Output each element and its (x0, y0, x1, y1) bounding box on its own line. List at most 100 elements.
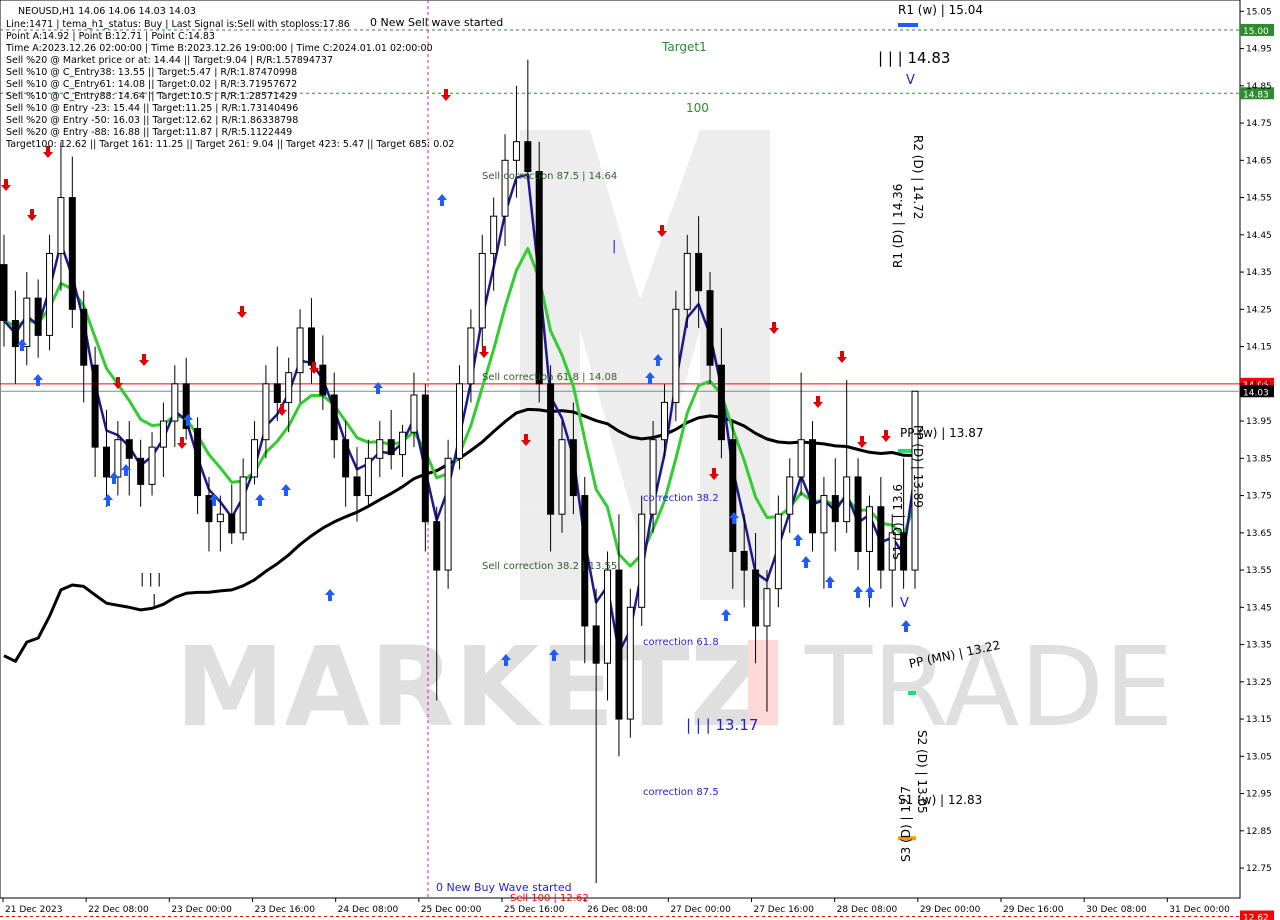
x-tick-label: 26 Dec 08:00 (587, 905, 648, 915)
candle-body (638, 513, 646, 608)
y-tick-label: 14.55 (1246, 194, 1272, 204)
candle-body (410, 394, 418, 433)
y-tick-label: 13.35 (1246, 641, 1272, 651)
candle-body (490, 215, 498, 254)
candle-body (34, 297, 42, 336)
pivot-r1d-label: R1 (D) | 14.36 (891, 184, 905, 268)
candle-body (569, 439, 577, 497)
candle-body (433, 521, 441, 571)
candle-body (820, 495, 828, 534)
candle-body (604, 569, 612, 664)
hundred-label: 100 (686, 101, 709, 115)
watermark-red-bar (748, 640, 778, 725)
y-tick-label: 13.15 (1246, 715, 1272, 725)
info-line: Sell %10 @ C_Entry88: 14.64 || Target:10… (6, 91, 297, 102)
marker-bars: | | | (140, 572, 161, 587)
x-tick-label: 30 Dec 08:00 (1086, 905, 1147, 915)
x-tick-label: 29 Dec 00:00 (920, 905, 981, 915)
wave-1483-label: | | | 14.83 (878, 49, 950, 67)
level-price-label: 12.62 (1243, 913, 1269, 920)
candle-body (809, 439, 817, 534)
candle-body (57, 197, 65, 254)
candle-body (319, 364, 327, 396)
candle-body (307, 327, 315, 366)
y-tick-label: 13.95 (1246, 417, 1272, 427)
pivot-s3d-label: S3 (D) | 12.7 (899, 786, 913, 862)
candle-body (683, 252, 691, 310)
y-tick-label: 13.45 (1246, 603, 1272, 613)
candle-body (592, 625, 600, 664)
candle-body (330, 394, 338, 441)
candle-body (729, 439, 737, 552)
y-tick-label: 12.75 (1246, 864, 1272, 874)
x-tick-label: 27 Dec 16:00 (753, 905, 814, 915)
x-tick-label: 27 Dec 00:00 (670, 905, 731, 915)
wave-v-bottom: V (900, 596, 909, 611)
x-axis-ticks: 21 Dec 2023 22 Dec 08:00 23 Dec 00:00 23 De… (2, 898, 1230, 915)
y-tick-label: 12.95 (1246, 790, 1272, 800)
candle-body (456, 383, 463, 459)
x-tick-label: 21 Dec 2023 (5, 905, 63, 915)
candle-body (547, 383, 555, 515)
marker-bar: | (152, 593, 156, 608)
pivot-ppd-label: PP (D) | 13.89 (911, 425, 925, 508)
pivot-s1d-label: S1 (D) | 13.6 (891, 484, 905, 560)
candle-body (0, 264, 8, 321)
candle-body (137, 457, 145, 485)
info-line: Time A:2023.12.26 02:00:00 | Time B:2023… (5, 43, 433, 54)
info-line: Sell %20 @ Entry -50: 16.03 || Target:12… (6, 115, 298, 126)
candle-body (877, 506, 885, 571)
candle-body (854, 476, 862, 552)
info-line: Sell %20 @ Market price or at: 14.44 || … (6, 55, 333, 66)
candle-body (501, 159, 509, 217)
candle-body (91, 364, 99, 448)
candle-body (797, 439, 805, 478)
target1-label: Target1 (661, 40, 707, 54)
candle-body (342, 439, 350, 478)
pivot-r1w-label: R1 (w) | 15.04 (898, 3, 983, 17)
candle-body (171, 383, 179, 422)
y-tick-label: 14.75 (1246, 119, 1272, 129)
y-tick-label: 14.25 (1246, 305, 1272, 315)
candle-body (194, 428, 202, 497)
candle-body (353, 476, 361, 497)
wave-v-top: V (906, 73, 915, 88)
sell-correction-618: Sell correction 61.8 | 14.08 (482, 372, 617, 383)
candle-body (421, 394, 429, 523)
candle-body (865, 506, 873, 552)
candle-body (159, 420, 167, 448)
correction-618: correction 61.8 (643, 637, 719, 648)
candle-body (740, 550, 748, 571)
candle-body (262, 383, 270, 441)
candle-body (626, 606, 634, 720)
candle-body (752, 569, 760, 627)
y-tick-label: 14.35 (1246, 268, 1272, 278)
sell-100-label: Sell 100 | 12.62 (510, 893, 589, 904)
x-tick-label: 23 Dec 00:00 (171, 905, 232, 915)
x-tick-label: 24 Dec 08:00 (338, 905, 399, 915)
x-tick-label: 25 Dec 00:00 (421, 905, 482, 915)
candle-body (524, 141, 532, 172)
candle-body (148, 446, 156, 485)
info-line: Line:1471 | tema_h1_status: Buy | Last S… (6, 19, 350, 30)
candle-body (285, 372, 293, 403)
candle-body (239, 476, 247, 534)
candle-body (467, 327, 475, 385)
sell-correction-382: Sell correction 38.2 | 13.55 (482, 561, 617, 572)
x-tick-label: 25 Dec 16:00 (504, 905, 565, 915)
x-tick-label: 23 Dec 16:00 (254, 905, 315, 915)
y-tick-label: 15.05 (1246, 7, 1272, 17)
candle-body (774, 513, 782, 590)
candle-body (376, 439, 384, 459)
candle-body (228, 513, 236, 534)
price-chart[interactable]: MARKETZ TRADE 15.0014.8312.6214.0514.03 … (0, 0, 1280, 920)
y-tick-label: 14.85 (1246, 82, 1272, 92)
candle-body (615, 569, 623, 720)
candle-body (273, 383, 281, 403)
y-tick-label: 14.95 (1246, 45, 1272, 55)
y-tick-label: 13.75 (1246, 492, 1272, 502)
y-tick-label: 12.85 (1246, 827, 1272, 837)
candle-body (535, 170, 543, 385)
y-tick-label: 14.65 (1246, 156, 1272, 166)
new-sell-wave-label: 0 New Sell wave started (370, 16, 503, 29)
